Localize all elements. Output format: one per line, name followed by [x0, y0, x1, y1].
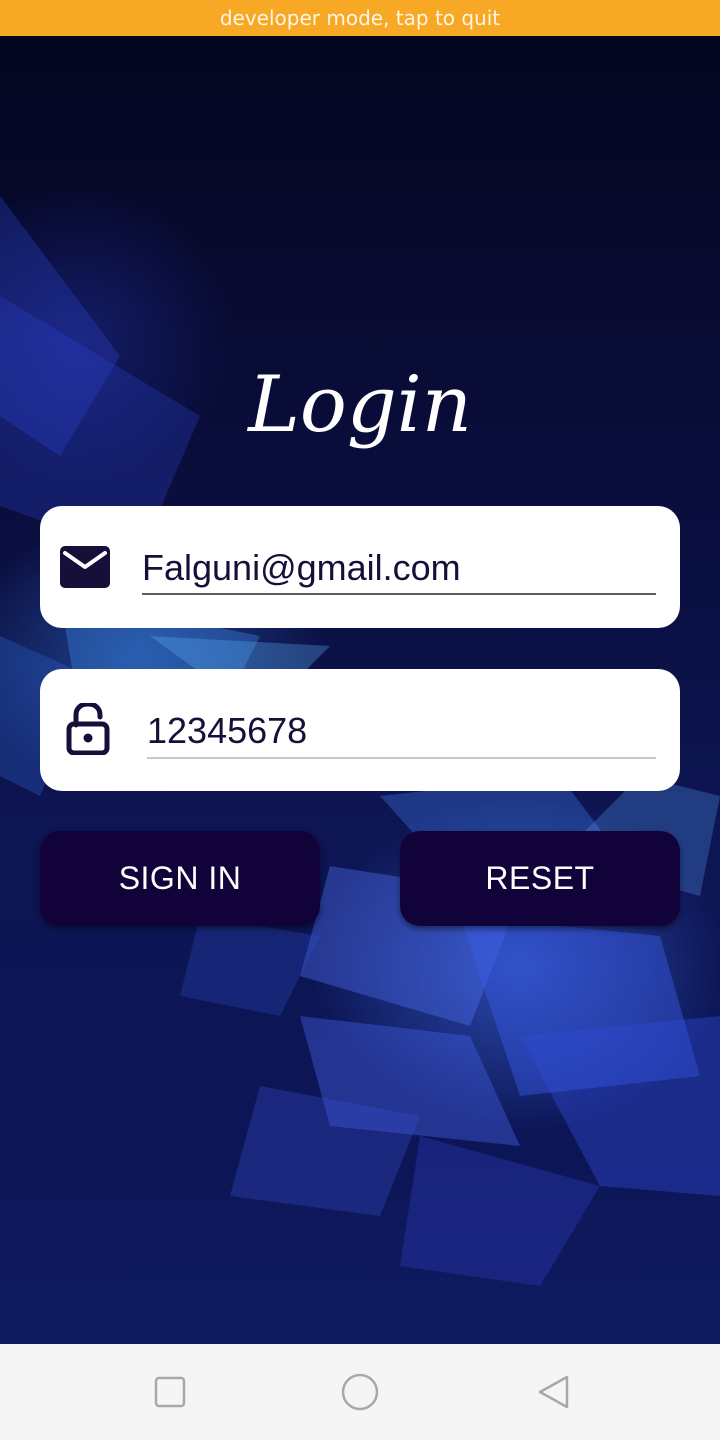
login-title: Login: [248, 360, 472, 450]
system-navigation-bar: [0, 1344, 720, 1440]
home-circle-icon[interactable]: [340, 1372, 380, 1412]
password-input[interactable]: [147, 707, 655, 755]
password-underline: [147, 757, 656, 759]
password-field-card[interactable]: [40, 669, 680, 791]
lock-open-icon: [66, 703, 110, 755]
email-input[interactable]: [142, 544, 654, 592]
reset-button[interactable]: RESET: [400, 831, 680, 926]
email-underline: [142, 593, 656, 595]
sign-in-button[interactable]: SIGN IN: [40, 831, 320, 926]
developer-mode-banner[interactable]: developer mode, tap to quit: [0, 0, 720, 36]
mail-icon: [60, 546, 110, 588]
recents-square-icon[interactable]: [150, 1372, 190, 1412]
back-triangle-icon[interactable]: [534, 1372, 574, 1412]
email-field-card[interactable]: [40, 506, 680, 628]
